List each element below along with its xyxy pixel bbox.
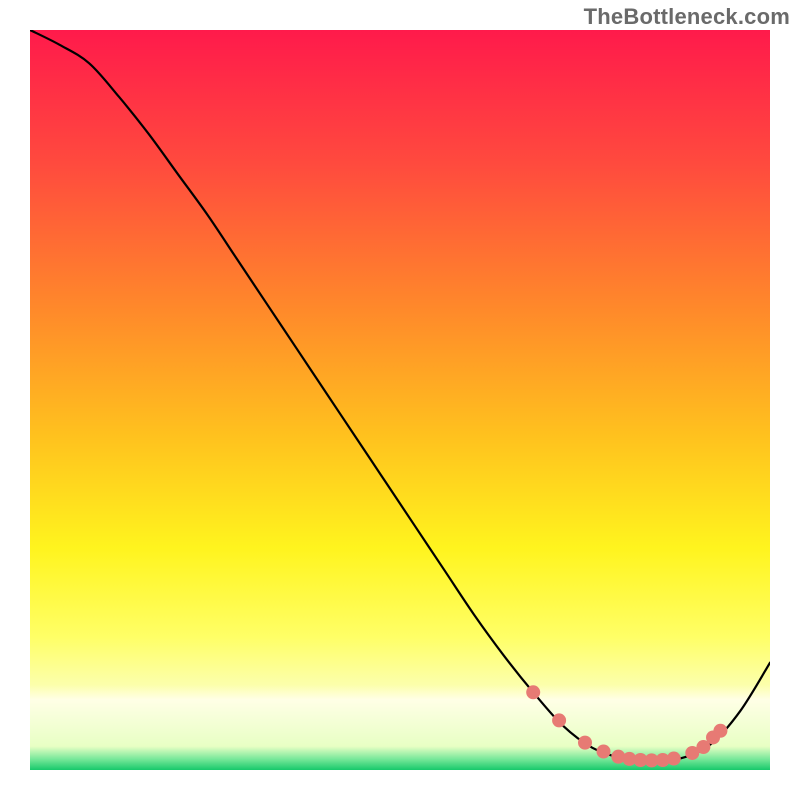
gradient-background <box>30 30 770 770</box>
highlight-dot <box>578 736 592 750</box>
highlight-dot <box>667 752 681 766</box>
watermark-text: TheBottleneck.com <box>584 4 790 30</box>
highlight-dot <box>526 685 540 699</box>
highlight-dot <box>597 745 611 759</box>
bottleneck-chart <box>30 30 770 770</box>
highlight-dot <box>713 724 727 738</box>
highlight-dot <box>552 713 566 727</box>
plot-area <box>30 30 770 770</box>
chart-stage: TheBottleneck.com <box>0 0 800 800</box>
